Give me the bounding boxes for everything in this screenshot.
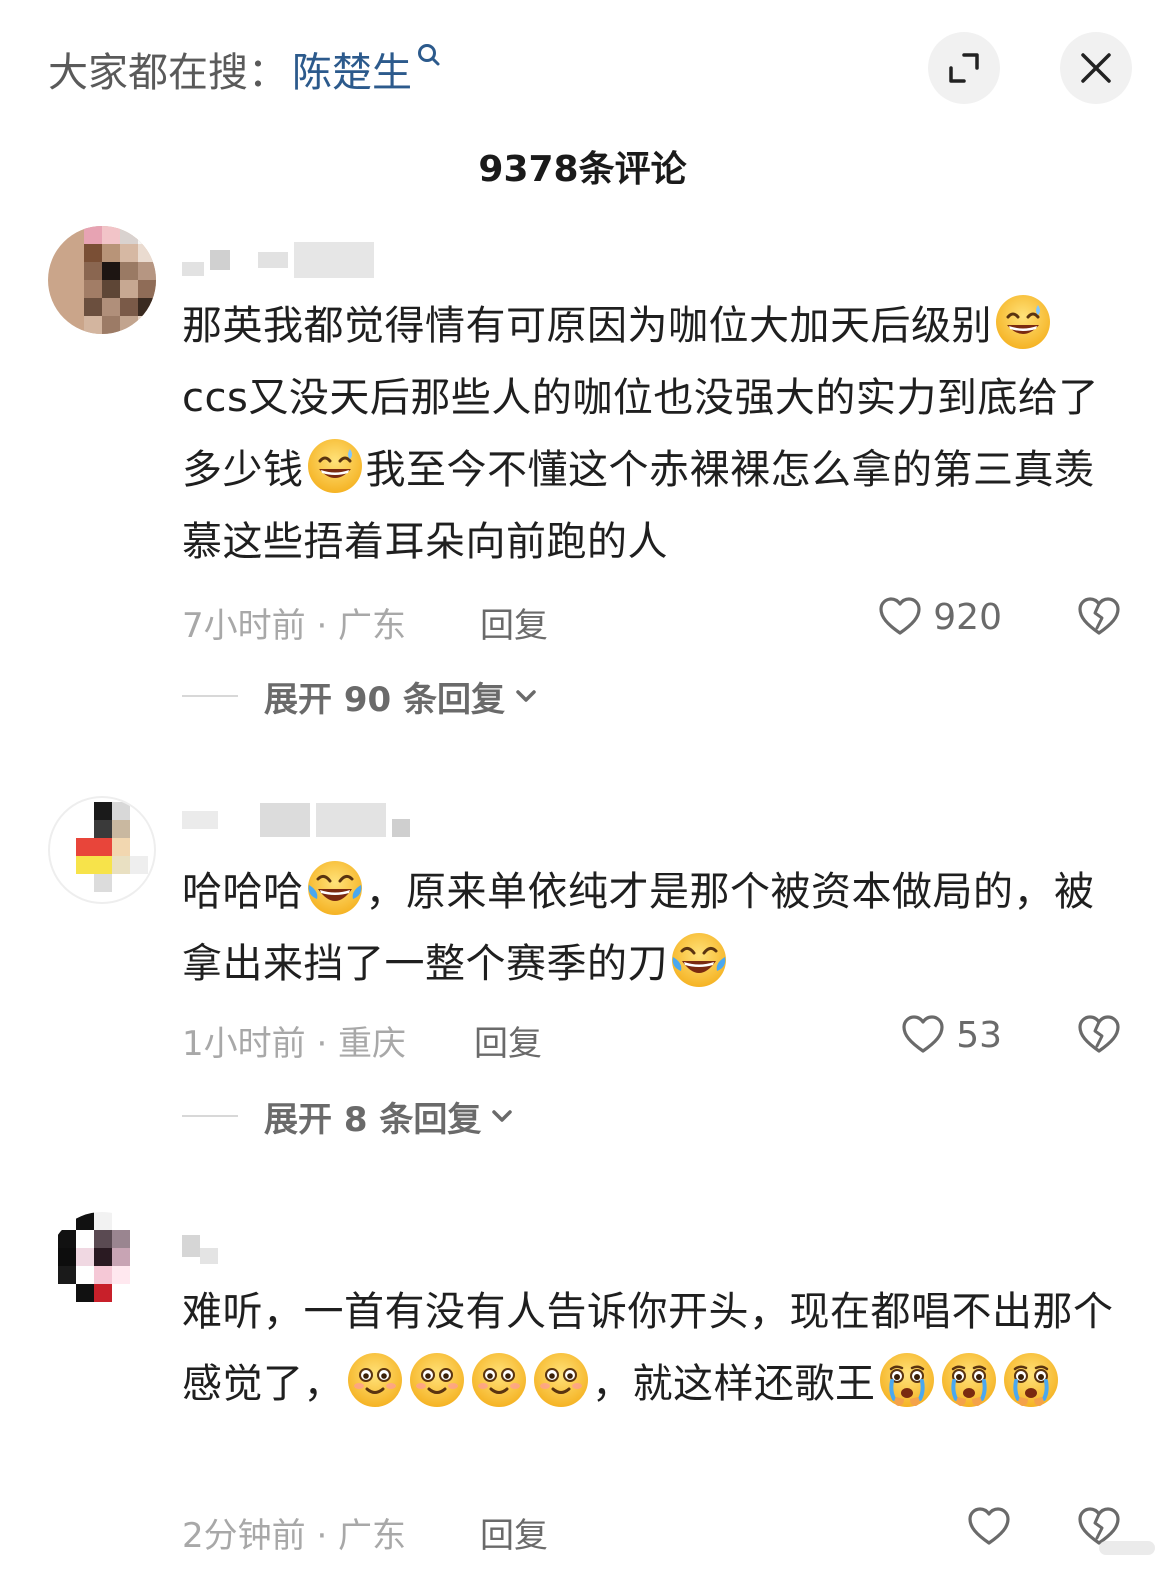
- heart-icon: [877, 594, 923, 640]
- username-blurred[interactable]: [182, 800, 410, 840]
- dislike-icon[interactable]: [1076, 1012, 1122, 1058]
- like-count: 53: [956, 1014, 1002, 1056]
- expand-icon: [949, 53, 979, 83]
- avatar[interactable]: [48, 1212, 156, 1320]
- comment-text: 哈哈哈 ，原来单依纯才是那个被资本做局的，被拿出来挡了一整个赛季的刀: [182, 856, 1117, 1000]
- comments-count-title: 9378条评论: [478, 149, 687, 190]
- expand-replies-label: 展开 90 条回复: [264, 679, 505, 720]
- chevron-down-icon: [513, 683, 539, 709]
- reply-button[interactable]: 回复: [480, 598, 548, 647]
- divider: [182, 695, 238, 697]
- expand-replies-button[interactable]: 展开 90 条回复: [182, 674, 539, 720]
- comment-time-location: 1小时前 · 重庆: [182, 1024, 407, 1064]
- expand-replies-label: 展开 8 条回复: [264, 1099, 482, 1140]
- reply-button[interactable]: 回复: [480, 1508, 548, 1557]
- comment-time-location: 2分钟前 · 广东: [182, 1516, 407, 1556]
- comment-text-part: ，就这样还歌王: [592, 1361, 876, 1407]
- comment-meta: 2分钟前 · 广东 回复: [182, 1504, 1122, 1557]
- expand-replies-button[interactable]: 展开 8 条回复: [182, 1094, 515, 1140]
- rofl-emoji: [306, 859, 364, 917]
- smile-emoji: [532, 1351, 590, 1409]
- trending-search-hint[interactable]: 大家都在搜： 陈楚生: [48, 40, 442, 98]
- search-hint-label: 大家都在搜：: [48, 50, 288, 96]
- comment-text: 那英我都觉得情有可原因为咖位大加天后级别ccs又没天后那些人的咖位也没强大的实力…: [182, 290, 1117, 578]
- divider: [182, 1115, 238, 1117]
- comment-meta: 7小时前 · 广东 回复 920: [182, 594, 1122, 647]
- close-button[interactable]: [1060, 32, 1132, 104]
- heart-icon: [900, 1012, 946, 1058]
- like-button[interactable]: 920: [877, 594, 1002, 640]
- comment-text: 难听，一首有没有人告诉你开头，现在都唱不出那个感觉了， ，就这样还歌王: [182, 1276, 1117, 1420]
- crying-emoji: [940, 1351, 998, 1409]
- top-bar: 大家都在搜： 陈楚生: [0, 0, 1165, 130]
- rofl-emoji: [670, 931, 728, 989]
- reply-button[interactable]: 回复: [474, 1016, 542, 1065]
- chevron-down-icon: [489, 1103, 515, 1129]
- comment-text-part: 哈哈哈: [182, 869, 304, 915]
- avatar[interactable]: [48, 226, 156, 334]
- like-count: 920: [933, 596, 1002, 638]
- like-button[interactable]: [966, 1504, 1022, 1550]
- username-blurred[interactable]: [182, 240, 374, 280]
- dislike-icon[interactable]: [1076, 594, 1122, 640]
- smile-emoji: [470, 1351, 528, 1409]
- heart-icon: [966, 1504, 1012, 1550]
- like-button[interactable]: 53: [900, 1012, 1002, 1058]
- search-term-link[interactable]: 陈楚生: [292, 40, 412, 98]
- grin-sweat-emoji: [306, 437, 364, 495]
- smile-emoji: [408, 1351, 466, 1409]
- comment-meta: 1小时前 · 重庆 回复 53: [182, 1012, 1122, 1065]
- smile-emoji: [346, 1351, 404, 1409]
- expand-button[interactable]: [928, 32, 1000, 104]
- crying-emoji: [1002, 1351, 1060, 1409]
- comment-text-part: 那英我都觉得情有可原因为咖位大加天后级别: [182, 303, 992, 349]
- avatar[interactable]: [48, 796, 156, 904]
- username-blurred[interactable]: [182, 1226, 218, 1266]
- comment-time-location: 7小时前 · 广东: [182, 606, 407, 646]
- crying-emoji: [878, 1351, 936, 1409]
- search-icon: [418, 44, 440, 66]
- grin-sweat-emoji: [994, 293, 1052, 351]
- close-icon: [1081, 53, 1111, 83]
- watermark-icon: [1099, 1541, 1155, 1555]
